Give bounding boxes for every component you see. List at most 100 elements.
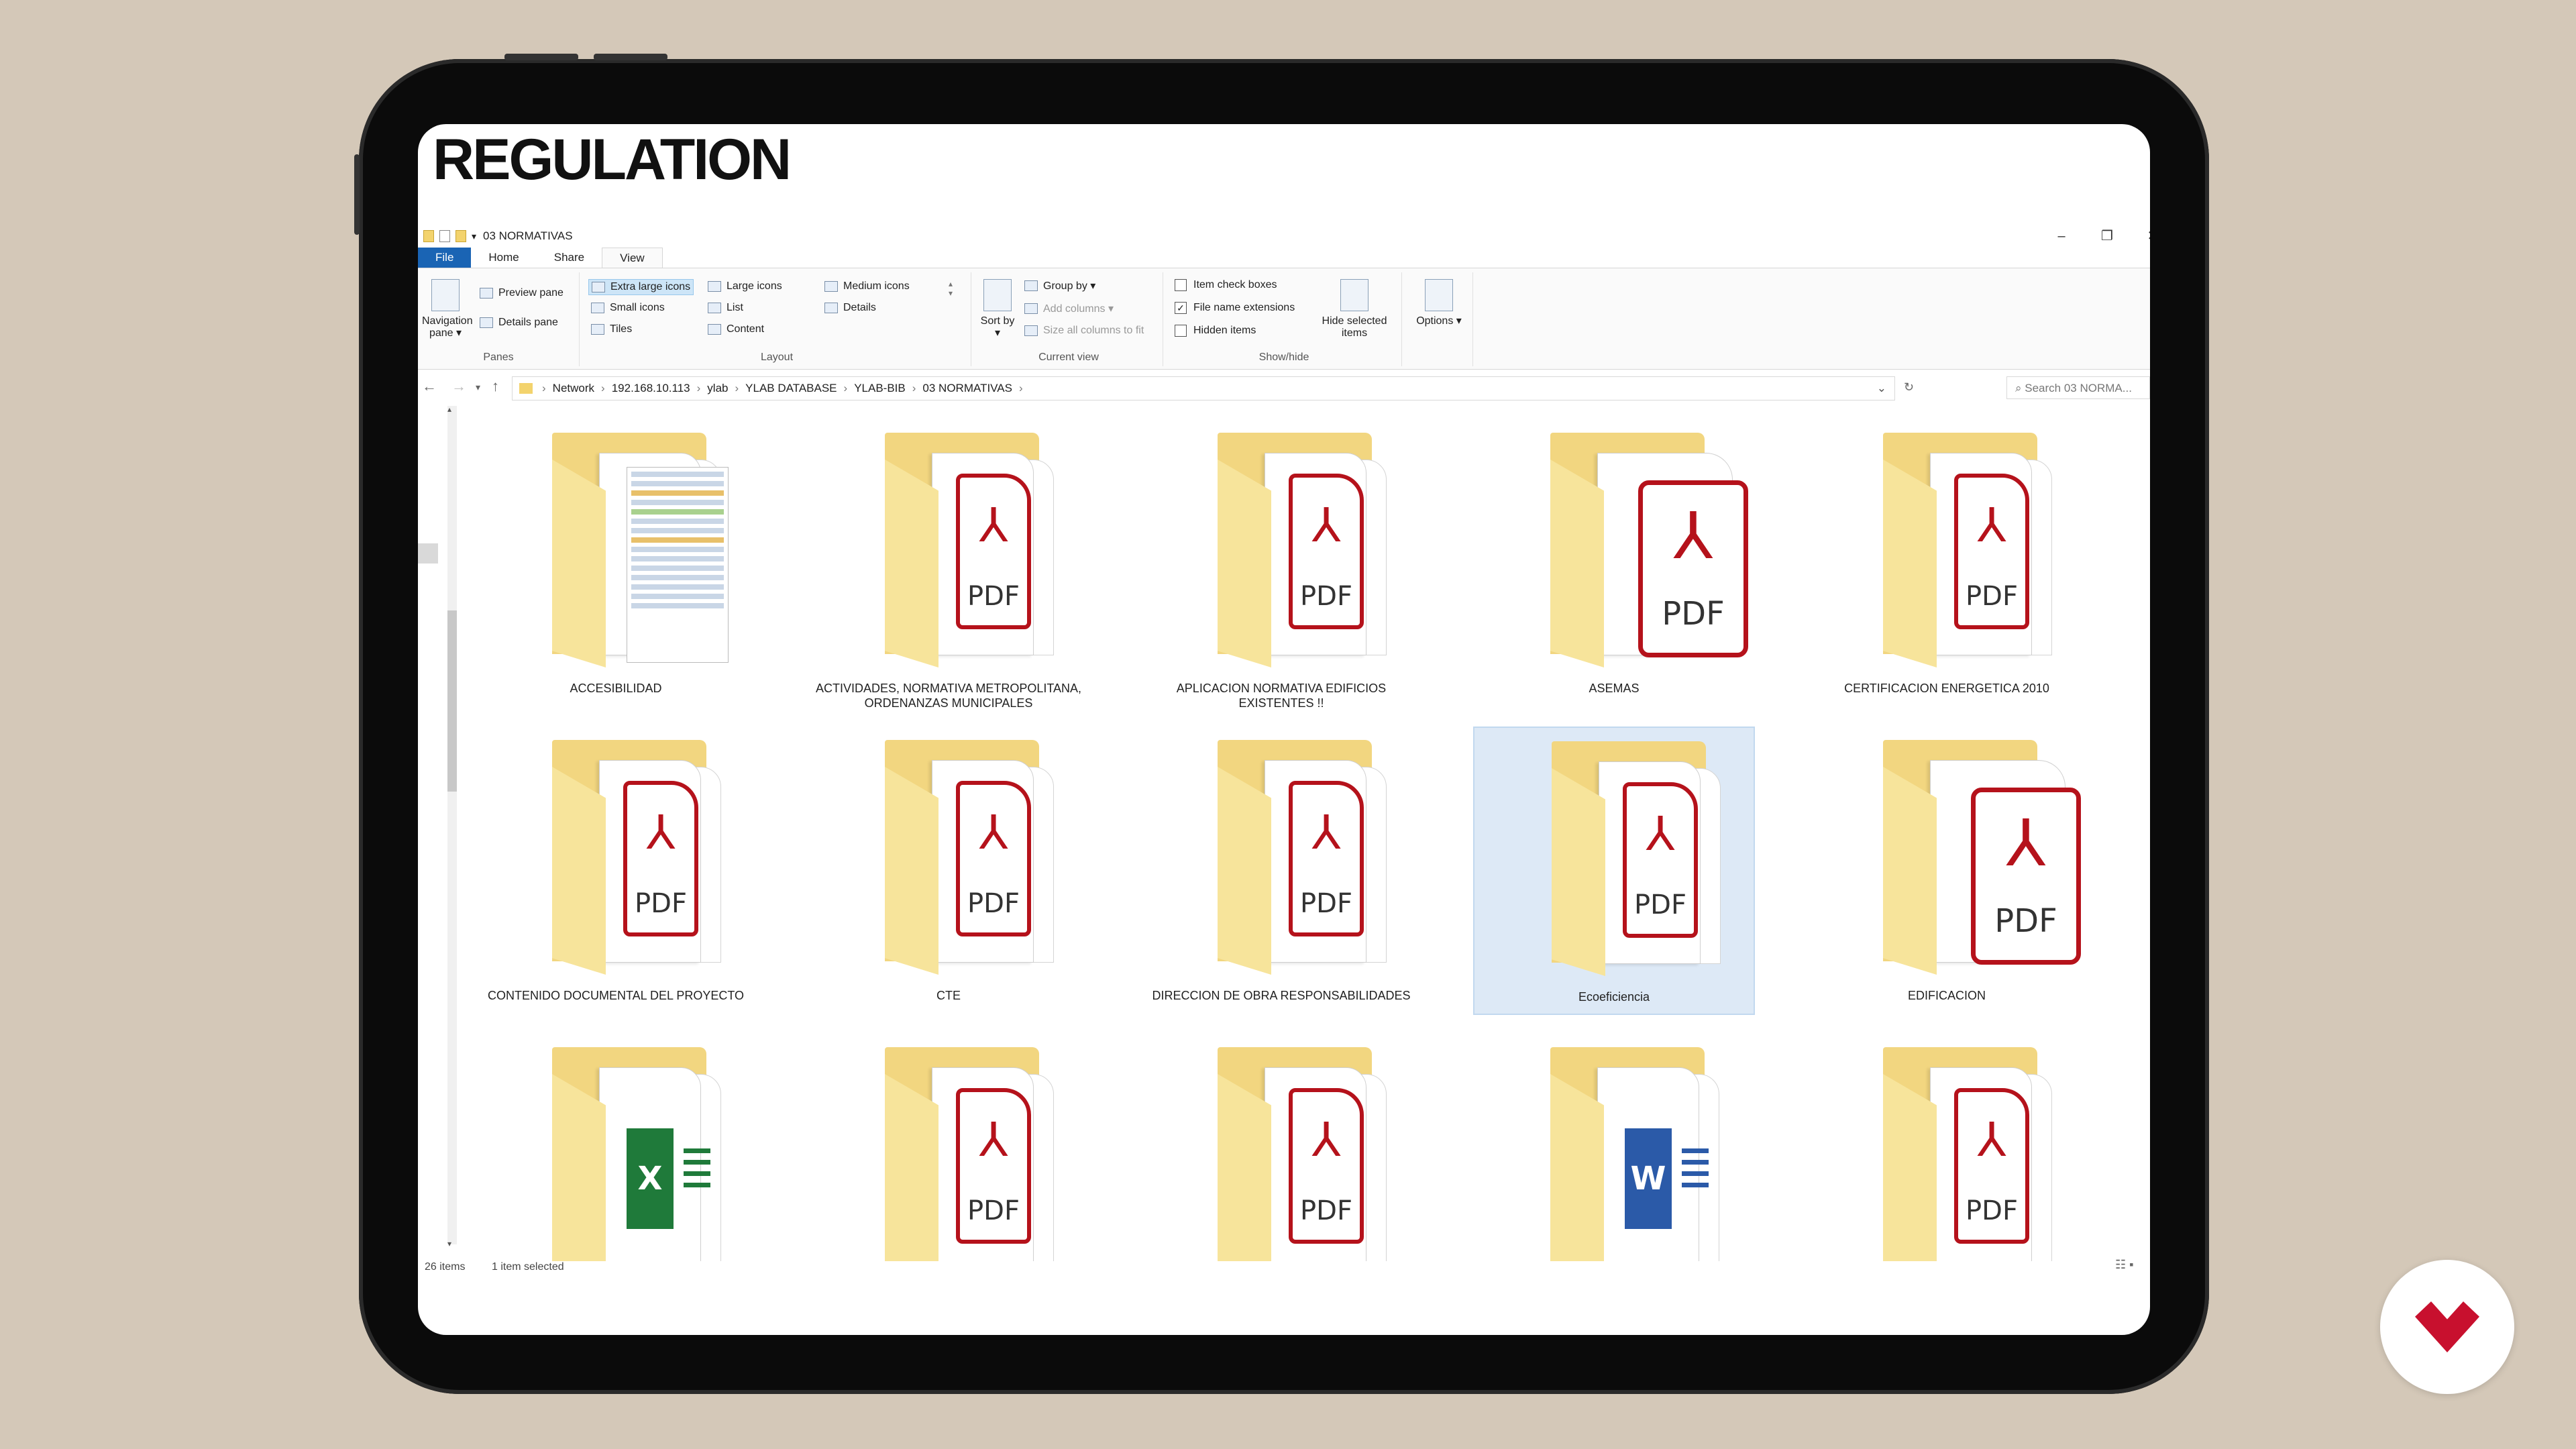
- layout-group: Extra large icons Large icons Medium ico…: [583, 272, 971, 366]
- properties-icon[interactable]: [439, 230, 450, 242]
- breadcrumb-ylab-bib[interactable]: YLAB-BIB: [854, 382, 906, 395]
- folder-name: EDIFICACION: [1907, 989, 1986, 1002]
- restore-button[interactable]: ❐: [2087, 226, 2127, 246]
- tiles-option[interactable]: Tiles: [591, 323, 632, 335]
- folder-icon: [552, 433, 729, 667]
- breadcrumb-host[interactable]: 192.168.10.113: [612, 382, 690, 395]
- tab-view[interactable]: View: [602, 248, 663, 268]
- item-check-boxes-toggle[interactable]: Item check boxes: [1175, 279, 1277, 291]
- small-icons-option[interactable]: Small icons: [591, 302, 665, 314]
- chevron-right-icon: ›: [542, 382, 546, 394]
- content-option[interactable]: Content: [708, 323, 764, 335]
- folder-item[interactable]: ACCESIBILIDAD: [475, 419, 757, 708]
- folder-item[interactable]: ⅄ PDF APLICACION NORMATIVA EDIFICIOS EXIST…: [1140, 419, 1422, 710]
- scrollbar-thumb[interactable]: [447, 610, 457, 792]
- folder-item[interactable]: ⅄ PDF ACTIVIDADES, NORMATIVA METROPOLITANA…: [808, 419, 1089, 710]
- recent-locations-icon[interactable]: ▾: [476, 382, 480, 393]
- chevron-right-icon: ›: [735, 382, 739, 394]
- navigation-pane-button[interactable]: Navigation pane ▾: [422, 279, 473, 339]
- folder-icon: ⅄ PDF: [552, 740, 727, 975]
- minimize-button[interactable]: –: [2041, 226, 2082, 246]
- folder-icon: ⅄ PDF: [1550, 433, 1748, 667]
- add-columns-button[interactable]: Add columns ▾: [1024, 302, 1114, 315]
- window-title: 03 NORMATIVAS: [483, 229, 573, 242]
- medium-icons-label: Medium icons: [843, 280, 910, 292]
- left-scrollbar[interactable]: [447, 406, 457, 1244]
- content-label: Content: [727, 323, 765, 335]
- folder-icon: X: [552, 1047, 727, 1261]
- hide-selected-items-button[interactable]: Hide selected items: [1314, 279, 1395, 339]
- extra-large-icons-label: Extra large icons: [610, 281, 691, 292]
- tablet-side-button: [354, 154, 360, 235]
- folder-item[interactable]: X: [475, 1034, 757, 1261]
- options-button[interactable]: Options ▾: [1412, 279, 1466, 327]
- breadcrumb-network[interactable]: Network: [553, 382, 594, 395]
- back-arrow-icon[interactable]: ←: [422, 378, 437, 395]
- folder-icon: ⅄ PDF: [1218, 433, 1392, 667]
- navigation-pane[interactable]: [418, 406, 445, 1244]
- chevron-right-icon: ›: [1018, 382, 1023, 394]
- folder-name: CERTIFICACION ENERGETICA 2010: [1844, 682, 2049, 695]
- scroll-down-icon[interactable]: ▾: [447, 1239, 451, 1248]
- hidden-items-toggle[interactable]: Hidden items: [1175, 325, 1256, 337]
- chevron-right-icon: ›: [843, 382, 848, 394]
- tablet-screen: REGULATION ▾ 03 NORMATIVAS – ❐ ✕ File Ho…: [418, 124, 2150, 1335]
- up-arrow-icon[interactable]: ↑: [492, 378, 499, 395]
- tab-home[interactable]: Home: [471, 248, 536, 268]
- medium-icons-option[interactable]: Medium icons: [824, 280, 910, 292]
- address-bar[interactable]: › Network › 192.168.10.113 › ylab › YLAB…: [512, 376, 1895, 400]
- refresh-icon[interactable]: ↻: [1904, 380, 1914, 394]
- layout-scroll-icon[interactable]: ▴ ▾: [949, 279, 953, 298]
- folder-item[interactable]: ⅄ PDF: [1140, 1034, 1422, 1261]
- scroll-up-icon[interactable]: ▴: [447, 405, 451, 414]
- brand-mark-icon: [2415, 1301, 2479, 1352]
- file-name-extensions-toggle[interactable]: ✓ File name extensions: [1175, 302, 1295, 314]
- breadcrumb-current[interactable]: 03 NORMATIVAS: [922, 382, 1012, 395]
- list-icon: [708, 303, 721, 313]
- folder-item[interactable]: ⅄ PDF ASEMAS: [1473, 419, 1755, 708]
- folder-item[interactable]: ⅄ PDF: [1806, 1034, 2088, 1261]
- folder-item[interactable]: ⅄ PDF EDIFICACION: [1806, 727, 2088, 1015]
- folder-item[interactable]: ⅄ PDF CTE: [808, 727, 1089, 1015]
- new-folder-icon[interactable]: [455, 230, 466, 242]
- sort-by-button[interactable]: Sort by ▾: [977, 279, 1018, 339]
- hidden-items-checkbox[interactable]: [1175, 325, 1187, 337]
- breadcrumb-ylab-database[interactable]: YLAB DATABASE: [745, 382, 837, 395]
- folder-item[interactable]: ⅄ PDF: [808, 1034, 1089, 1261]
- tab-file[interactable]: File: [418, 248, 472, 268]
- breadcrumb-ylab[interactable]: ylab: [707, 382, 728, 395]
- group-by-button[interactable]: Group by ▾: [1024, 279, 1095, 292]
- current-view-group: Sort by ▾ Group by ▾ Add columns ▾ Size …: [975, 272, 1163, 366]
- item-check-boxes-checkbox[interactable]: [1175, 279, 1187, 291]
- large-icons-icon: [708, 281, 721, 292]
- hide-selected-items-label: Hide selected items: [1322, 315, 1387, 339]
- folder-item[interactable]: ⅄ PDF CERTIFICACION ENERGETICA 2010: [1806, 419, 2088, 708]
- details-pane-button[interactable]: Details pane: [480, 317, 558, 329]
- forward-arrow-icon[interactable]: →: [451, 378, 466, 395]
- size-columns-button[interactable]: Size all columns to fit: [1024, 325, 1144, 337]
- file-name-extensions-checkbox[interactable]: ✓: [1175, 302, 1187, 314]
- folder-item[interactable]: ⅄ PDF CONTENIDO DOCUMENTAL DEL PROYECTO: [475, 727, 757, 1015]
- preview-pane-button[interactable]: Preview pane: [480, 287, 564, 299]
- title-bar: ▾ 03 NORMATIVAS – ❐ ✕: [418, 225, 2150, 248]
- folder-item[interactable]: W: [1473, 1034, 1755, 1261]
- sort-by-label: Sort by ▾: [980, 315, 1015, 339]
- large-icons-option[interactable]: Large icons: [708, 280, 782, 292]
- item-check-boxes-label: Item check boxes: [1193, 279, 1277, 290]
- folder-name: DIRECCION DE OBRA RESPONSABILIDADES: [1152, 989, 1411, 1002]
- tab-share[interactable]: Share: [537, 248, 602, 268]
- close-button[interactable]: ✕: [2133, 226, 2150, 246]
- chevron-down-icon[interactable]: ⌄: [1877, 382, 1886, 395]
- extra-large-icons-option[interactable]: Extra large icons: [588, 279, 694, 295]
- customize-quick-access-icon[interactable]: ▾: [472, 231, 476, 242]
- navigation-pane-icon: [431, 279, 460, 311]
- folder-item[interactable]: ⅄ PDF Ecoeficiencia: [1473, 727, 1755, 1015]
- view-toggle-icon[interactable]: ☷ ▪: [2115, 1258, 2134, 1272]
- folder-item[interactable]: ⅄ PDF DIRECCION DE OBRA RESPONSABILIDADES: [1140, 727, 1422, 1015]
- details-option[interactable]: Details: [824, 302, 876, 314]
- nav-pane-selection: [418, 543, 438, 564]
- list-option[interactable]: List: [708, 302, 743, 314]
- search-input[interactable]: ⌕ Search 03 NORMA...: [2006, 376, 2150, 399]
- group-by-label: Group by ▾: [1043, 280, 1096, 292]
- details-pane-label: Details pane: [498, 317, 558, 328]
